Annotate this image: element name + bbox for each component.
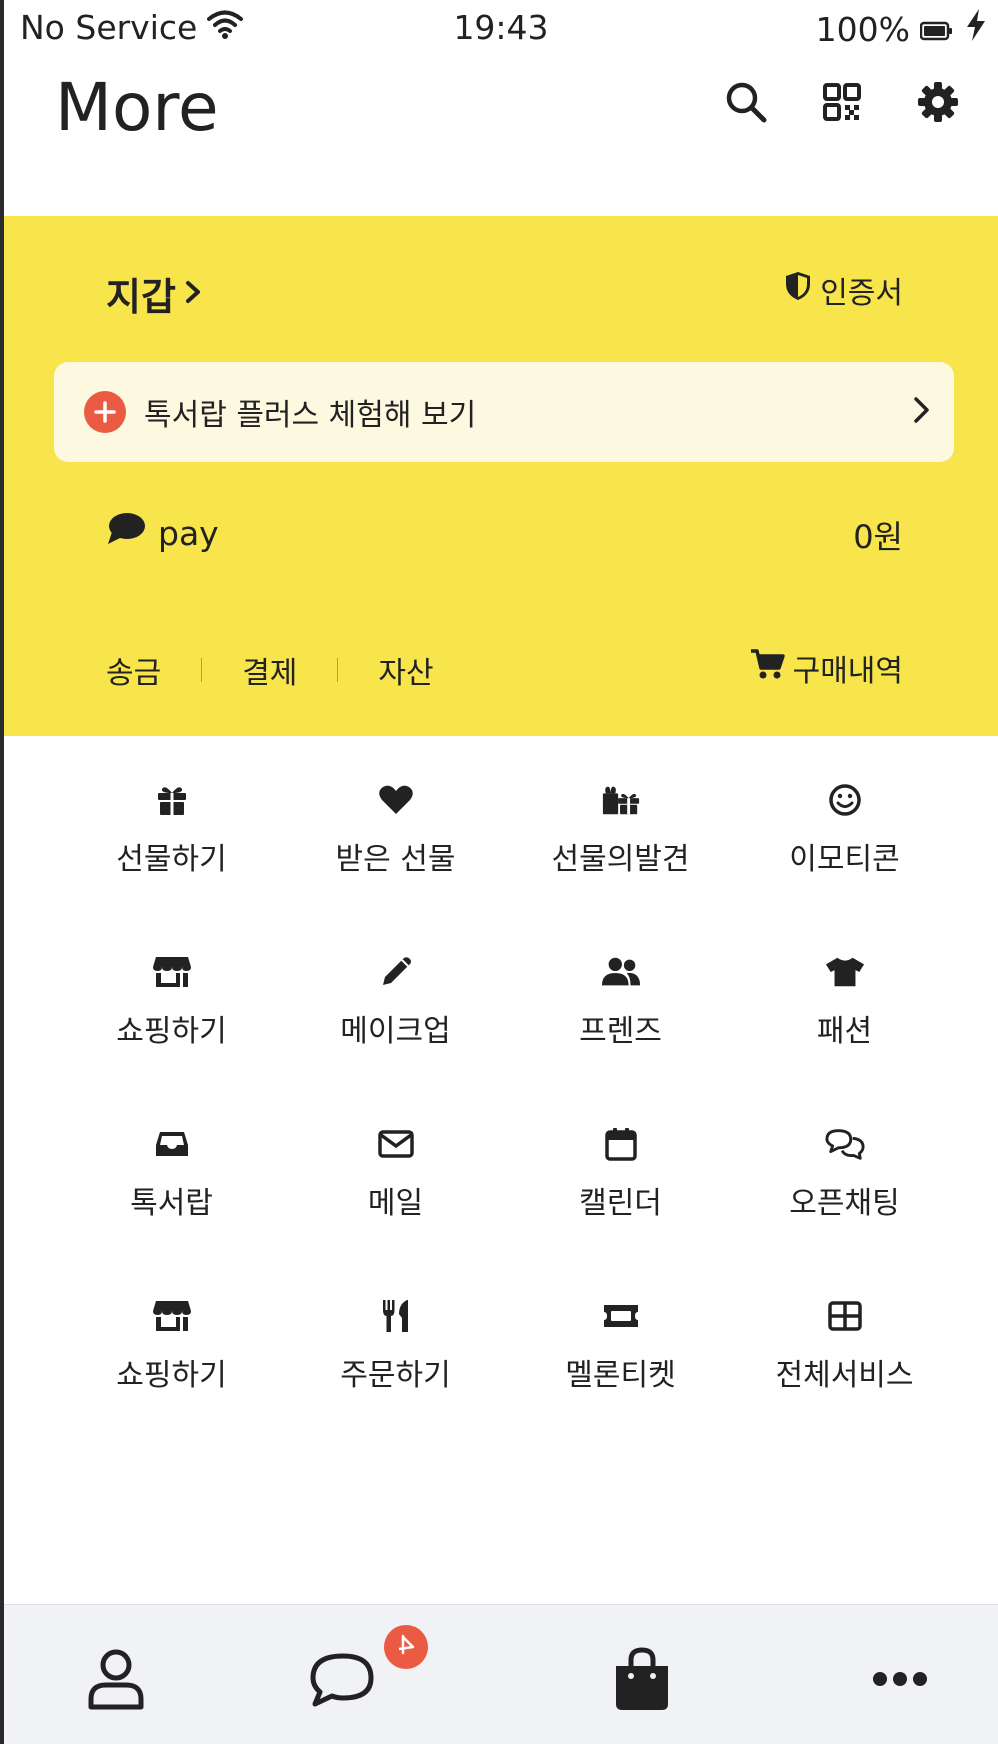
purchases-label: 구매내역: [792, 654, 903, 689]
pencil-icon: [376, 952, 416, 992]
header: More: [4, 54, 998, 214]
nav-shopping[interactable]: [602, 1641, 682, 1721]
plus-circle-icon: [84, 391, 126, 433]
store-icon: [152, 1296, 192, 1336]
heart-icon: [376, 780, 416, 820]
service-calendar[interactable]: 캘린더: [508, 1124, 733, 1264]
more-screen: No Service 19:43 100% More 지갑 인증서 톡서랍 플러…: [4, 0, 998, 1744]
calendar-icon: [601, 1124, 641, 1164]
status-right: 100%: [816, 8, 988, 50]
battery-icon: [919, 10, 954, 49]
wallet-section: 지갑 인증서 톡서랍 플러스 체험해 보기 pay 0원 송금 결제 자산 구매…: [4, 216, 998, 736]
chevron-right-icon: [184, 272, 204, 316]
service-openchat[interactable]: 오픈채팅: [732, 1124, 957, 1264]
nav-chats[interactable]: [302, 1641, 382, 1721]
service-emoticon[interactable]: 이모티콘: [732, 780, 957, 920]
service-label: 선물의발견: [551, 842, 690, 877]
service-label: 멜론티켓: [565, 1358, 676, 1393]
service-label: 받은 선물: [335, 842, 456, 877]
gifts-icon: [601, 780, 641, 820]
gift-icon: [152, 780, 192, 820]
service-received-gifts[interactable]: 받은 선물: [283, 780, 508, 920]
service-gift[interactable]: 선물하기: [59, 780, 284, 920]
bolt-icon: [964, 8, 988, 50]
service-label: 메일: [367, 1186, 424, 1221]
page-title: More: [55, 69, 219, 146]
store-icon: [152, 952, 192, 992]
wallet-link-transfer[interactable]: 송금: [106, 648, 161, 692]
nav-friends[interactable]: [76, 1641, 156, 1721]
service-label: 쇼핑하기: [116, 1358, 227, 1393]
service-label: 주문하기: [340, 1358, 451, 1393]
gear-icon[interactable]: [914, 78, 962, 126]
speech-bubble-icon: [106, 512, 146, 554]
service-all-services[interactable]: 전체서비스: [732, 1296, 957, 1436]
comments-icon: [824, 1124, 865, 1164]
divider: [337, 658, 339, 682]
service-label: 이모티콘: [789, 842, 900, 877]
wallet-link-payment[interactable]: 결제: [242, 648, 297, 692]
certificate-label: 인증서: [820, 276, 903, 311]
service-shopping-2[interactable]: 쇼핑하기: [59, 1296, 284, 1436]
megaphone-icon: [395, 1633, 417, 1661]
service-melon-ticket[interactable]: 멜론티켓: [508, 1296, 733, 1436]
service-friends[interactable]: 프렌즈: [508, 952, 733, 1092]
wallet-links: 송금 결제 자산: [106, 648, 434, 692]
shield-icon: [784, 270, 812, 310]
chat-icon: [307, 1648, 377, 1714]
utensils-icon: [376, 1296, 416, 1336]
envelope-icon: [376, 1124, 416, 1164]
more-icon: [872, 1671, 928, 1691]
service-label: 쇼핑하기: [116, 1014, 227, 1049]
nav-more[interactable]: [860, 1641, 940, 1721]
chevron-right-icon: [912, 392, 932, 432]
wallet-title-link[interactable]: 지갑: [106, 266, 204, 321]
service-mail[interactable]: 메일: [283, 1124, 508, 1264]
service-fashion[interactable]: 패션: [732, 952, 957, 1092]
service-makeup[interactable]: 메이크업: [283, 952, 508, 1092]
pay-amount[interactable]: 0원: [853, 512, 903, 558]
service-label: 캘린더: [579, 1186, 662, 1221]
notification-badge: [384, 1625, 428, 1669]
search-icon[interactable]: [722, 78, 770, 126]
inbox-icon: [152, 1124, 192, 1164]
service-label: 오픈채팅: [789, 1186, 900, 1221]
bottom-nav: [4, 1604, 998, 1744]
users-icon: [601, 952, 641, 992]
pay-link[interactable]: pay: [106, 512, 219, 554]
service-label: 톡서랍: [130, 1186, 213, 1221]
service-label: 프렌즈: [579, 1014, 662, 1049]
tshirt-icon: [825, 952, 865, 992]
service-label: 메이크업: [340, 1014, 451, 1049]
certificate-button[interactable]: 인증서: [784, 268, 903, 312]
service-order[interactable]: 주문하기: [283, 1296, 508, 1436]
status-bar: No Service 19:43 100%: [4, 0, 998, 54]
smile-icon: [825, 780, 865, 820]
divider: [201, 658, 203, 682]
service-label: 선물하기: [116, 842, 227, 877]
pay-label: pay: [158, 513, 219, 553]
service-label: 패션: [816, 1014, 873, 1049]
purchases-button[interactable]: 구매내역: [749, 646, 903, 690]
promo-banner[interactable]: 톡서랍 플러스 체험해 보기: [54, 362, 954, 462]
promo-label: 톡서랍 플러스 체험해 보기: [144, 398, 477, 433]
service-drawer[interactable]: 톡서랍: [59, 1124, 284, 1264]
service-shopping[interactable]: 쇼핑하기: [59, 952, 284, 1092]
qr-code-icon[interactable]: [818, 78, 866, 126]
service-gift-discovery[interactable]: 선물의발견: [508, 780, 733, 920]
shopping-bag-icon: [612, 1646, 672, 1716]
wallet-title: 지갑: [106, 275, 176, 319]
ticket-icon: [601, 1296, 641, 1336]
cart-icon: [749, 648, 785, 688]
service-label: 전체서비스: [775, 1358, 914, 1393]
battery-percent: 100%: [815, 9, 910, 49]
grid-icon: [825, 1296, 865, 1336]
wallet-link-assets[interactable]: 자산: [378, 648, 433, 692]
user-icon: [86, 1647, 146, 1715]
